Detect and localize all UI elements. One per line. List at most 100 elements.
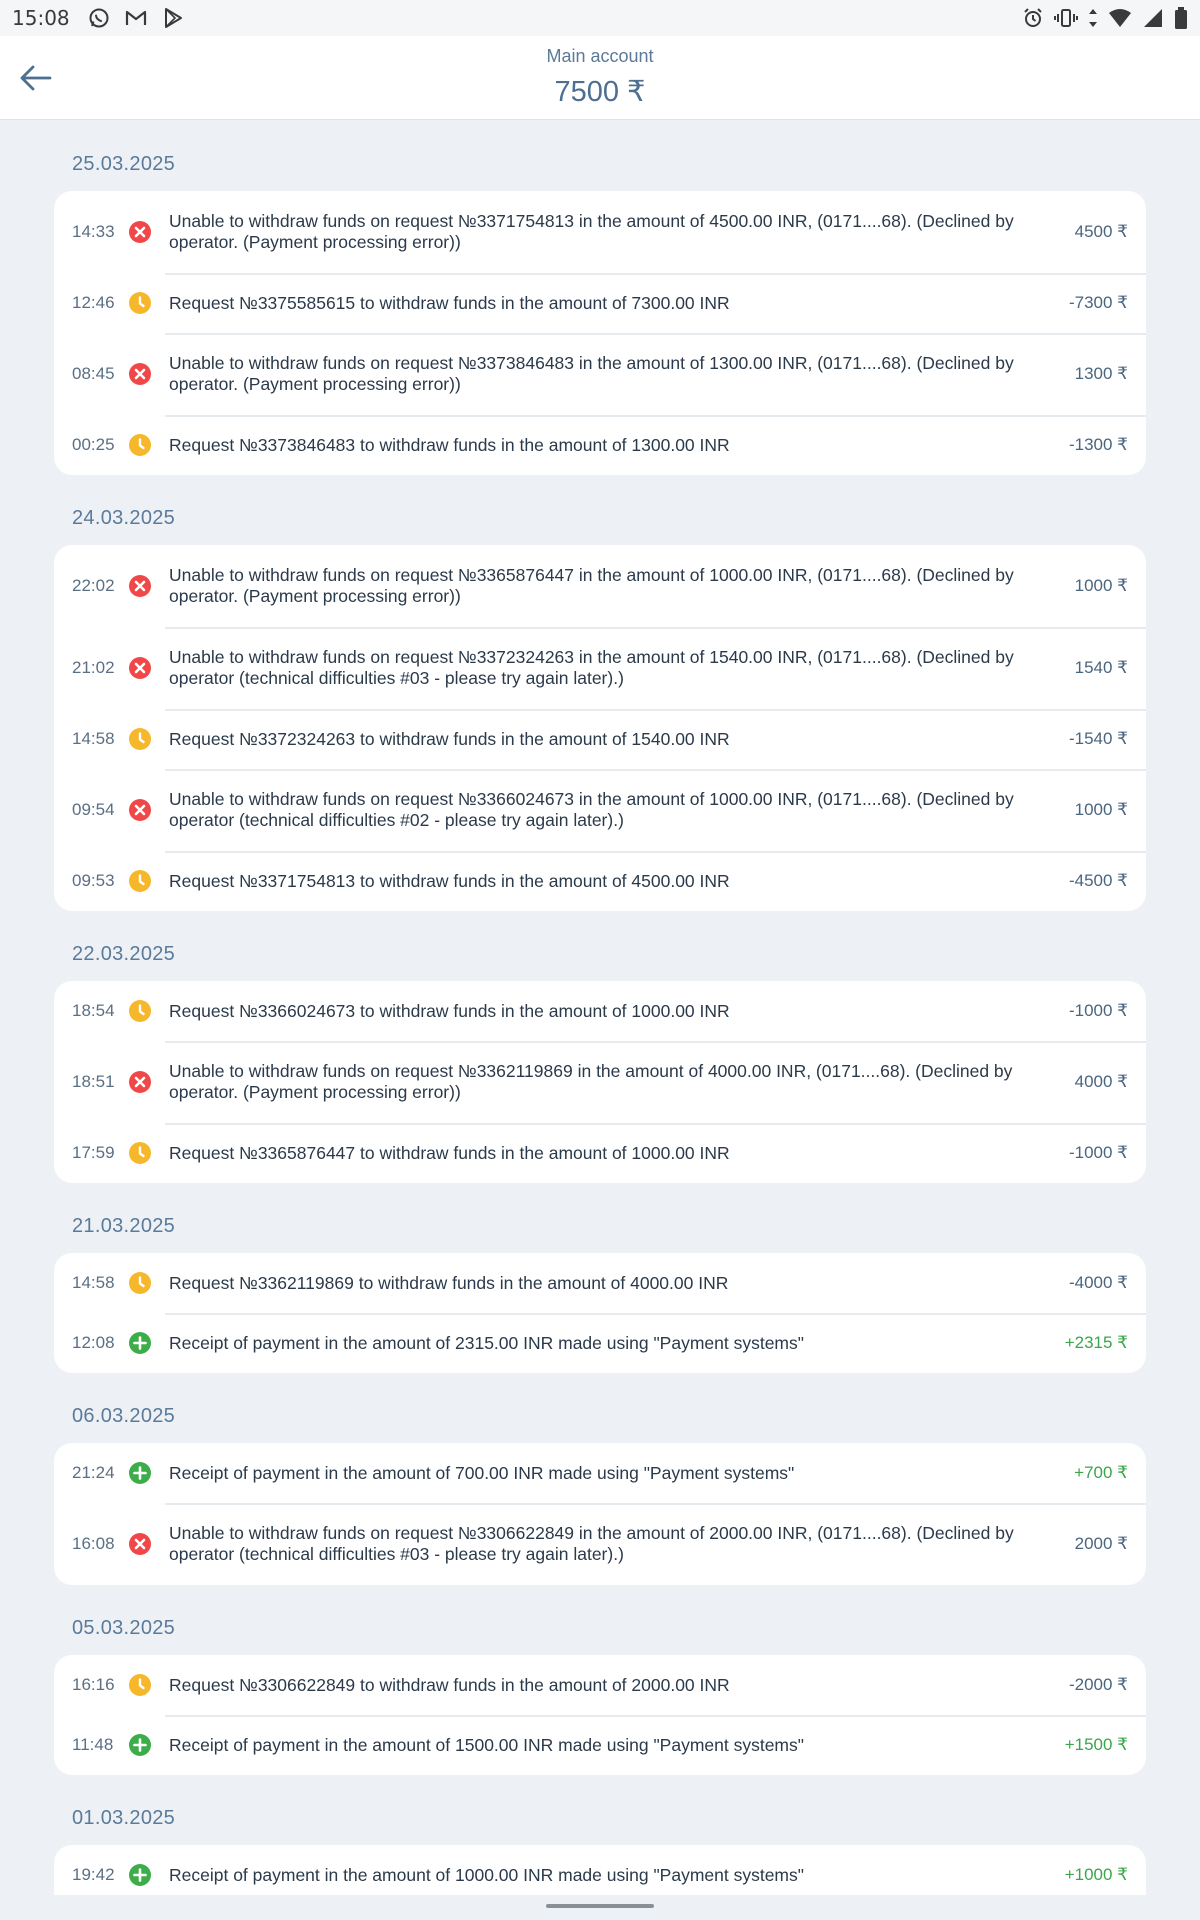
transaction-description: Request №3365876447 to withdraw funds in… bbox=[169, 1142, 730, 1163]
account-balance: 7500 ₹ bbox=[554, 76, 646, 108]
day-card: 22:02 Unable to withdraw funds on request… bbox=[54, 545, 1146, 911]
transaction-description: Receipt of payment in the amount of 1000… bbox=[169, 1864, 804, 1885]
plus-icon bbox=[129, 1462, 151, 1484]
day-date: 05.03.2025 bbox=[72, 1617, 176, 1639]
status-icon bbox=[128, 999, 152, 1023]
transaction-row[interactable]: 09:54 Unable to withdraw funds on request… bbox=[54, 769, 1146, 851]
transaction-amount: -1000 ₹ bbox=[1068, 1143, 1128, 1162]
transaction-description: Receipt of payment in the amount of 1500… bbox=[169, 1734, 804, 1755]
vibrate-icon bbox=[1054, 8, 1078, 28]
status-icon bbox=[128, 798, 152, 822]
transaction-amount: +1000 ₹ bbox=[1064, 1865, 1128, 1884]
transaction-row[interactable]: 00:25 Request №3373846483 to withdraw fun… bbox=[54, 415, 1146, 475]
transaction-row[interactable]: 22:02 Unable to withdraw funds on request… bbox=[54, 545, 1146, 627]
status-icon bbox=[128, 1673, 152, 1697]
clock-icon bbox=[129, 1674, 151, 1696]
clock-icon bbox=[129, 1142, 151, 1164]
transaction-time: 17:59 bbox=[72, 1143, 115, 1162]
transaction-row[interactable]: 09:53 Request №3371754813 to withdraw fun… bbox=[54, 851, 1146, 911]
transaction-time: 19:42 bbox=[72, 1865, 115, 1884]
transaction-row[interactable]: 18:54 Request №3366024673 to withdraw fun… bbox=[54, 981, 1146, 1041]
clock-icon bbox=[129, 870, 151, 892]
day-date: 21.03.2025 bbox=[72, 1215, 176, 1237]
transaction-description: Request №3306622849 to withdraw funds in… bbox=[169, 1674, 730, 1695]
status-icon bbox=[128, 1331, 152, 1355]
status-icon bbox=[128, 869, 152, 893]
status-icon bbox=[128, 1141, 152, 1165]
status-icon bbox=[128, 656, 152, 680]
transaction-description: Request №3366024673 to withdraw funds in… bbox=[169, 1000, 730, 1021]
plus-icon bbox=[129, 1864, 151, 1886]
transaction-row[interactable]: 14:33 Unable to withdraw funds on request… bbox=[54, 191, 1146, 273]
transaction-row[interactable]: 21:02 Unable to withdraw funds on request… bbox=[54, 627, 1146, 709]
transaction-time: 08:45 bbox=[72, 364, 115, 383]
transaction-description: Receipt of payment in the amount of 700.… bbox=[169, 1462, 795, 1483]
declined-icon bbox=[129, 1071, 151, 1093]
account-title: Main account bbox=[546, 46, 654, 66]
transaction-amount: +2315 ₹ bbox=[1064, 1333, 1128, 1352]
status-icon bbox=[128, 1070, 152, 1094]
transaction-amount: -4000 ₹ bbox=[1068, 1273, 1128, 1292]
gmail-icon bbox=[124, 8, 148, 28]
plus-icon bbox=[129, 1734, 151, 1756]
day-card: 14:33 Unable to withdraw funds on request… bbox=[54, 191, 1146, 475]
day-list: 25.03.2025 14:33 Unable to withdraw funds … bbox=[0, 121, 1200, 1895]
transaction-amount: 4000 ₹ bbox=[1074, 1072, 1128, 1091]
transaction-row[interactable]: 14:58 Request №3372324263 to withdraw fun… bbox=[54, 709, 1146, 769]
transaction-row[interactable]: 19:42 Receipt of payment in the amount of… bbox=[54, 1845, 1146, 1895]
day-date: 24.03.2025 bbox=[72, 507, 176, 529]
transaction-description: Unable to withdraw funds on request №336… bbox=[169, 789, 1014, 830]
transaction-time: 11:48 bbox=[72, 1735, 114, 1754]
day-date: 25.03.2025 bbox=[72, 153, 176, 175]
transaction-time: 16:08 bbox=[72, 1534, 115, 1553]
transaction-row[interactable]: 12:46 Request №3375585615 to withdraw fun… bbox=[54, 273, 1146, 333]
transaction-row[interactable]: 16:08 Unable to withdraw funds on request… bbox=[54, 1503, 1146, 1585]
declined-icon bbox=[129, 799, 151, 821]
plus-icon bbox=[129, 1332, 151, 1354]
transaction-description: Request №3375585615 to withdraw funds in… bbox=[169, 292, 730, 313]
whatsapp-icon bbox=[88, 7, 110, 29]
day-group: 21.03.2025 14:58 Request №3362119869 to wi… bbox=[54, 1183, 1146, 1373]
wifi-icon bbox=[1108, 8, 1132, 28]
transaction-description: Request №3372324263 to withdraw funds in… bbox=[169, 728, 730, 749]
status-icon bbox=[128, 1532, 152, 1556]
day-card: 18:54 Request №3366024673 to withdraw fun… bbox=[54, 981, 1146, 1183]
transaction-amount: -7300 ₹ bbox=[1068, 293, 1128, 312]
clock-icon bbox=[129, 1272, 151, 1294]
transaction-amount: +700 ₹ bbox=[1074, 1463, 1128, 1482]
transaction-time: 00:25 bbox=[72, 435, 115, 454]
transaction-row[interactable]: 16:16 Request №3306622849 to withdraw fun… bbox=[54, 1655, 1146, 1715]
declined-icon bbox=[129, 1533, 151, 1555]
status-icon bbox=[128, 1461, 152, 1485]
transaction-description: Unable to withdraw funds on request №337… bbox=[169, 647, 1014, 688]
home-gesture-handle[interactable] bbox=[546, 1904, 654, 1908]
transaction-time: 09:54 bbox=[72, 800, 115, 819]
system-icons bbox=[1022, 7, 1188, 29]
transaction-row[interactable]: 18:51 Unable to withdraw funds on request… bbox=[54, 1041, 1146, 1123]
transaction-row[interactable]: 21:24 Receipt of payment in the amount of… bbox=[54, 1443, 1146, 1503]
transaction-description: Receipt of payment in the amount of 2315… bbox=[169, 1332, 804, 1353]
transaction-time: 14:33 bbox=[72, 222, 115, 241]
transaction-row[interactable]: 17:59 Request №3365876447 to withdraw fun… bbox=[54, 1123, 1146, 1183]
clock-icon bbox=[129, 292, 151, 314]
clock-icon bbox=[129, 728, 151, 750]
transaction-row[interactable]: 12:08 Receipt of payment in the amount of… bbox=[54, 1313, 1146, 1373]
day-date: 22.03.2025 bbox=[72, 943, 176, 965]
transaction-history[interactable]: 25.03.2025 14:33 Unable to withdraw funds … bbox=[0, 121, 1200, 1895]
transaction-row[interactable]: 11:48 Receipt of payment in the amount of… bbox=[54, 1715, 1146, 1775]
day-group: 06.03.2025 21:24 Receipt of payment in the… bbox=[54, 1373, 1146, 1585]
signal-icon bbox=[1142, 8, 1164, 28]
status-icon bbox=[128, 727, 152, 751]
transaction-amount: 1000 ₹ bbox=[1074, 576, 1128, 595]
transaction-description: Request №3362119869 to withdraw funds in… bbox=[169, 1272, 729, 1293]
status-icon bbox=[128, 362, 152, 386]
transaction-row[interactable]: 14:58 Request №3362119869 to withdraw fun… bbox=[54, 1253, 1146, 1313]
transaction-row[interactable]: 08:45 Unable to withdraw funds on request… bbox=[54, 333, 1146, 415]
day-date: 06.03.2025 bbox=[72, 1405, 176, 1427]
status-icon bbox=[128, 1733, 152, 1757]
transaction-description: Unable to withdraw funds on request №336… bbox=[169, 565, 1014, 606]
transaction-amount: -1300 ₹ bbox=[1068, 435, 1128, 454]
transaction-amount: -1540 ₹ bbox=[1068, 729, 1128, 748]
status-time: 15:08 bbox=[12, 6, 70, 30]
transaction-time: 18:51 bbox=[72, 1072, 115, 1091]
